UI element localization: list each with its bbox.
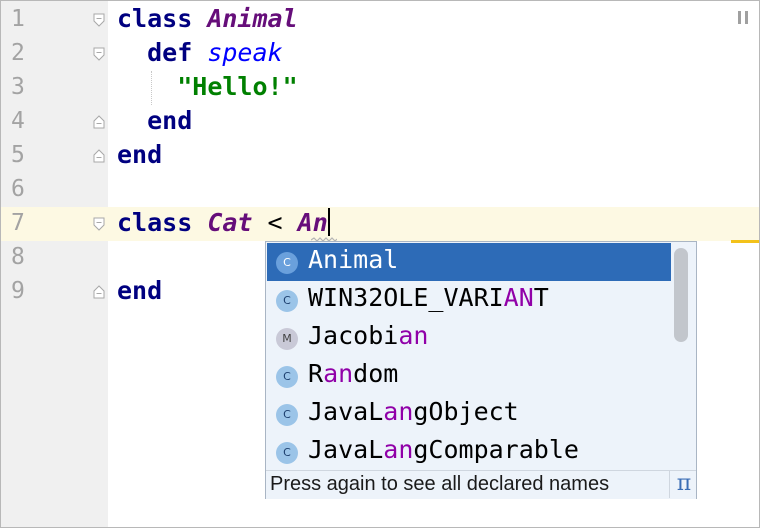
error-stripe-marker[interactable] bbox=[731, 240, 759, 243]
completion-item[interactable]: C WIN32OLE_VARIANT bbox=[267, 281, 671, 319]
fold-collapse-icon[interactable] bbox=[93, 13, 105, 27]
code-text[interactable]: end bbox=[117, 276, 162, 305]
line-number: 1 bbox=[11, 6, 25, 32]
code-line[interactable]: 7 class Cat < An bbox=[1, 207, 759, 241]
code-text[interactable]: def speak bbox=[117, 38, 282, 67]
class-icon: C bbox=[276, 252, 298, 274]
completion-item-label: WIN32OLE_VARIANT bbox=[308, 283, 549, 312]
completion-item-label: JavaLangObject bbox=[308, 397, 519, 426]
code-line[interactable]: 2 def speak bbox=[1, 37, 759, 71]
completion-scrollbar[interactable] bbox=[674, 248, 688, 342]
code-text[interactable]: class Cat < An bbox=[117, 208, 330, 237]
line-number: 7 bbox=[11, 210, 25, 236]
completion-item[interactable]: C Random bbox=[267, 357, 671, 395]
line-number: 6 bbox=[11, 176, 25, 202]
code-text[interactable]: end bbox=[117, 140, 162, 169]
indent-guide bbox=[151, 71, 153, 105]
completion-item-label: Random bbox=[308, 359, 399, 388]
fold-collapse-icon[interactable] bbox=[93, 217, 105, 231]
line-number: 9 bbox=[11, 278, 25, 304]
pi-icon[interactable]: π bbox=[669, 470, 698, 498]
code-line[interactable]: 3 "Hello!" bbox=[1, 71, 759, 105]
class-icon: C bbox=[276, 442, 298, 464]
code-text[interactable]: class Animal bbox=[117, 4, 298, 33]
completion-item[interactable]: C JavaLangComparable bbox=[267, 433, 671, 471]
fold-end-icon[interactable] bbox=[93, 149, 105, 163]
line-number: 2 bbox=[11, 40, 25, 66]
text-caret bbox=[327, 208, 330, 236]
module-icon: M bbox=[276, 328, 298, 350]
completion-item[interactable]: C JavaLangObject bbox=[267, 395, 671, 433]
fold-end-icon[interactable] bbox=[93, 285, 105, 299]
class-icon: C bbox=[276, 404, 298, 426]
code-text[interactable]: "Hello!" bbox=[117, 72, 297, 101]
fold-collapse-icon[interactable] bbox=[93, 47, 105, 61]
class-icon: C bbox=[276, 366, 298, 388]
fold-end-icon[interactable] bbox=[93, 115, 105, 129]
pause-icon[interactable] bbox=[738, 11, 750, 25]
completion-item-label: JavaLangComparable bbox=[308, 435, 579, 464]
code-line[interactable]: 6 bbox=[1, 173, 759, 207]
completion-item[interactable]: M Jacobian bbox=[267, 319, 671, 357]
line-number: 4 bbox=[11, 108, 25, 134]
code-text[interactable]: end bbox=[117, 106, 192, 135]
code-line[interactable]: 5 end bbox=[1, 139, 759, 173]
code-line[interactable]: 1 class Animal bbox=[1, 3, 759, 37]
completion-item-label: Animal bbox=[308, 245, 399, 274]
line-number: 5 bbox=[11, 142, 25, 168]
completion-item-label: Jacobian bbox=[308, 321, 429, 350]
code-editor[interactable]: 1 class Animal 2 def speak 3 "Hello!" 4 end 5… bbox=[0, 0, 760, 528]
class-icon: C bbox=[276, 290, 298, 312]
completion-item[interactable]: C Animal bbox=[267, 243, 671, 281]
line-number: 3 bbox=[11, 74, 25, 100]
completion-popup[interactable]: C Animal C WIN32OLE_VARIANT M Jacobian C Random… bbox=[265, 241, 697, 499]
line-number: 8 bbox=[11, 244, 25, 270]
completion-hint: Press again to see all declared names bbox=[270, 473, 610, 495]
code-line[interactable]: 4 end bbox=[1, 105, 759, 139]
completion-footer: Press again to see all declared names π bbox=[266, 470, 696, 499]
